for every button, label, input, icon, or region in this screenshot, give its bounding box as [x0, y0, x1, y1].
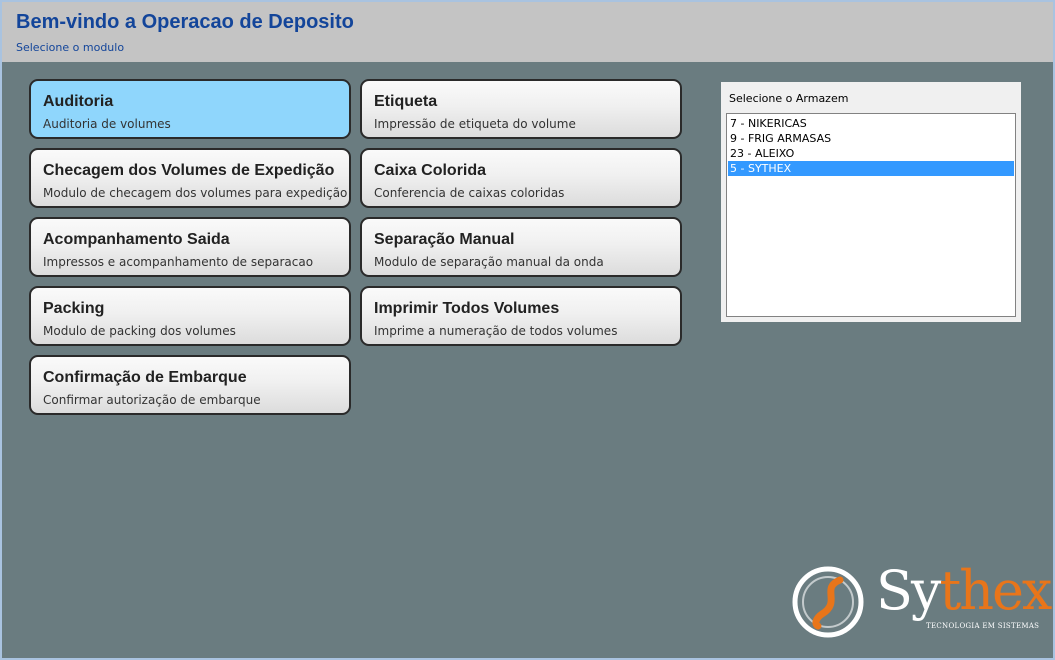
warehouse-item[interactable]: 9 - FRIG ARMASAS — [728, 131, 1014, 146]
module-description: Conferencia de caixas coloridas — [374, 186, 565, 200]
module-title: Confirmação de Embarque — [43, 369, 247, 386]
page-title: Bem-vindo a Operacao de Deposito — [16, 11, 354, 33]
module-tile-etiqueta[interactable]: Etiqueta Impressão de etiqueta do volume — [360, 79, 682, 139]
module-description: Impressos e acompanhamento de separacao — [43, 255, 314, 269]
brand-wordmark: Sythex — [876, 558, 1053, 624]
module-title: Auditoria — [43, 93, 114, 110]
warehouse-label: Selecione o Armazem — [729, 92, 849, 105]
module-title: Caixa Colorida — [374, 162, 487, 179]
module-description: Confirmar autorização de embarque — [43, 393, 261, 407]
brand-part2: thex — [939, 559, 1053, 622]
module-tile-caixa-colorida[interactable]: Caixa Colorida Conferencia de caixas col… — [360, 148, 682, 208]
module-description: Modulo de checagem dos volumes para expe… — [43, 186, 348, 200]
module-title: Separação Manual — [374, 231, 515, 248]
module-title: Checagem dos Volumes de Expedição — [43, 162, 335, 179]
module-tile-auditoria[interactable]: Auditoria Auditoria de volumes — [29, 79, 351, 139]
module-title: Etiqueta — [374, 93, 438, 110]
warehouse-item[interactable]: 7 - NIKERICAS — [728, 116, 1014, 131]
module-description: Impressão de etiqueta do volume — [374, 117, 576, 131]
module-tile-acompanhamento-saida[interactable]: Acompanhamento Saida Impressos e acompan… — [29, 217, 351, 277]
module-tile-confirmacao-embarque[interactable]: Confirmação de Embarque Confirmar autori… — [29, 355, 351, 415]
warehouse-item[interactable]: 23 - ALEIXO — [728, 146, 1014, 161]
module-description: Auditoria de volumes — [43, 117, 171, 131]
module-description: Modulo de packing dos volumes — [43, 324, 236, 338]
page-subtitle: Selecione o modulo — [16, 41, 125, 54]
module-tile-checagem-volumes[interactable]: Checagem dos Volumes de Expedição Modulo… — [29, 148, 351, 208]
module-tile-imprimir-todos-volumes[interactable]: Imprimir Todos Volumes Imprime a numeraç… — [360, 286, 682, 346]
module-tile-separacao-manual[interactable]: Separação Manual Modulo de separação man… — [360, 217, 682, 277]
header-bar: Bem-vindo a Operacao de Deposito Selecio… — [2, 2, 1053, 62]
module-tile-packing[interactable]: Packing Modulo de packing dos volumes — [29, 286, 351, 346]
sythex-logo: Sythex TECNOLOGIA EM SISTEMAS — [790, 559, 1052, 640]
module-title: Packing — [43, 300, 105, 317]
warehouse-item-selected[interactable]: 5 - SYTHEX — [728, 161, 1014, 176]
warehouse-panel: Selecione o Armazem 7 - NIKERICAS 9 - FR… — [721, 82, 1021, 322]
brand-tagline: TECNOLOGIA EM SISTEMAS — [926, 622, 1040, 630]
module-description: Imprime a numeração de todos volumes — [374, 324, 618, 338]
warehouse-listbox[interactable]: 7 - NIKERICAS 9 - FRIG ARMASAS 23 - ALEI… — [726, 113, 1016, 317]
module-title: Acompanhamento Saida — [43, 231, 230, 248]
module-title: Imprimir Todos Volumes — [374, 300, 560, 317]
brand-part1: Sy — [876, 559, 941, 622]
module-description: Modulo de separação manual da onda — [374, 255, 604, 269]
swirl-s-logo-icon — [792, 566, 864, 638]
